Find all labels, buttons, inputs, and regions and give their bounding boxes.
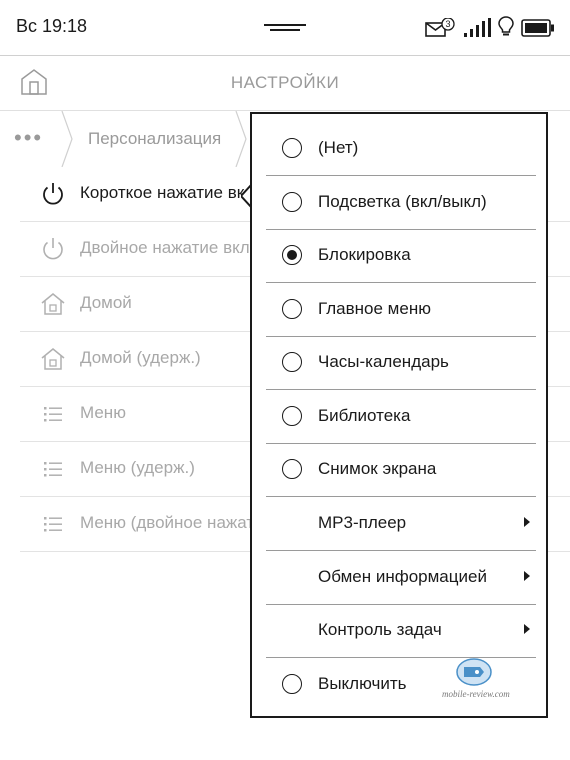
setting-label: Меню (удерж.) — [80, 458, 195, 477]
pull-down-handle[interactable] — [264, 24, 306, 32]
mail-badge-count: 3 — [445, 19, 450, 29]
breadcrumb-more-button[interactable]: ••• — [14, 127, 43, 149]
watermark-text: mobile-review.com — [442, 689, 510, 699]
setting-label: Домой (удерж.) — [80, 348, 201, 367]
setting-label: Домой — [80, 293, 132, 312]
light-bulb-icon — [498, 16, 514, 38]
page-title: НАСТРОЙКИ — [230, 73, 340, 92]
setting-label: Двойное нажатие вкл — [80, 238, 250, 257]
mail-icon[interactable]: 3 — [425, 17, 457, 38]
menu-item-lock[interactable]: Блокировка — [266, 229, 536, 283]
menu-item-screenshot[interactable]: Снимок экрана — [266, 443, 536, 497]
battery-icon — [521, 19, 555, 37]
menu-item-label: Часы-календарь — [318, 352, 449, 371]
radio-button[interactable] — [282, 299, 302, 319]
breadcrumb-item-personalization[interactable]: Персонализация — [88, 129, 221, 149]
top-header: НАСТРОЙКИ — [0, 56, 570, 111]
menu-item-label: Снимок экрана — [318, 459, 437, 478]
submenu-arrow-icon — [524, 571, 530, 581]
menu-item-main-menu[interactable]: Главное меню — [266, 283, 536, 337]
action-popup-menu: (Нет) Подсветка (вкл/выкл) Блокировка Гл… — [250, 112, 548, 718]
menu-item-task-control[interactable]: Контроль задач — [266, 604, 536, 658]
menu-item-label: Обмен информацией — [318, 567, 487, 586]
chevron-right-icon — [61, 111, 73, 167]
list-icon — [44, 462, 62, 477]
menu-item-label: Блокировка — [318, 245, 411, 264]
watermark-logo-icon — [456, 658, 492, 686]
menu-item-label: (Нет) — [318, 138, 359, 157]
radio-button-selected[interactable] — [282, 245, 302, 265]
menu-item-label: MP3-плеер — [318, 513, 407, 532]
house-icon — [41, 293, 65, 315]
radio-button[interactable] — [282, 674, 302, 694]
list-icon — [44, 407, 62, 422]
radio-button[interactable] — [282, 138, 302, 158]
menu-item-backlight[interactable]: Подсветка (вкл/выкл) — [266, 176, 536, 230]
radio-button[interactable] — [282, 352, 302, 372]
radio-button[interactable] — [282, 406, 302, 426]
menu-item-none[interactable]: (Нет) — [266, 122, 536, 176]
menu-item-mp3-player[interactable]: MP3-плеер — [266, 497, 536, 551]
chevron-right-icon — [235, 111, 247, 167]
menu-item-label: Выключить — [318, 674, 407, 693]
list-icon — [44, 517, 62, 532]
menu-item-info-exchange[interactable]: Обмен информацией — [266, 551, 536, 605]
menu-item-label: Контроль задач — [318, 620, 442, 639]
status-time: Вс 19:18 — [16, 16, 88, 36]
signal-icon — [463, 18, 493, 38]
watermark: mobile-review.com — [440, 655, 510, 705]
house-icon — [41, 348, 65, 370]
radio-button[interactable] — [282, 459, 302, 479]
submenu-arrow-icon — [524, 517, 530, 527]
radio-button[interactable] — [282, 192, 302, 212]
setting-label: Короткое нажатие вкл — [80, 183, 255, 202]
setting-label: Меню — [80, 403, 126, 422]
status-bar: Вс 19:18 3 — [0, 0, 570, 56]
setting-label: Меню (двойное нажатие) — [80, 513, 279, 532]
menu-item-library[interactable]: Библиотека — [266, 390, 536, 444]
menu-item-label: Подсветка (вкл/выкл) — [318, 192, 487, 211]
menu-item-label: Главное меню — [318, 299, 431, 318]
power-icon — [43, 183, 63, 205]
submenu-arrow-icon — [524, 624, 530, 634]
menu-item-clock-calendar[interactable]: Часы-календарь — [266, 336, 536, 390]
power-icon — [43, 238, 63, 260]
menu-item-label: Библиотека — [318, 406, 411, 425]
